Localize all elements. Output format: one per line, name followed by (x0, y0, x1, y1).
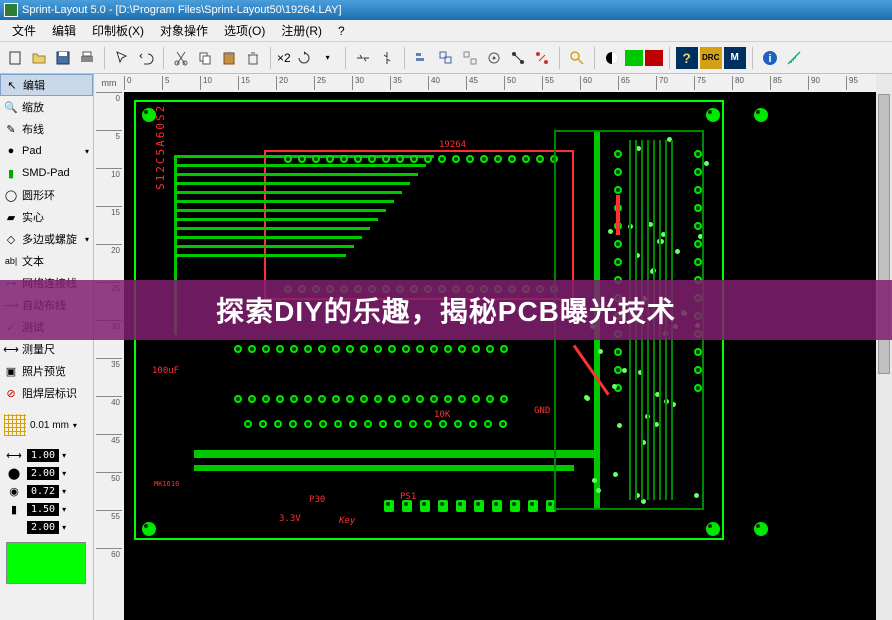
param-smd-h[interactable]: 2.00▾ (0, 518, 93, 536)
measure-icon[interactable] (783, 47, 805, 69)
zoom-button[interactable] (566, 47, 588, 69)
remove-conn-button[interactable] (531, 47, 553, 69)
menu-pcb[interactable]: 印制板(X) (84, 20, 152, 41)
param-smd-w[interactable]: ▮1.50▾ (0, 500, 93, 518)
menu-help[interactable]: ? (330, 22, 353, 40)
svg-text:i: i (768, 53, 771, 65)
pcb-canvas[interactable]: 19264 S12C5A60S2 Key 3.3V 10K GND PS1 P3… (124, 92, 892, 620)
tool-circle[interactable]: ◯圆形环 (0, 184, 93, 206)
ungroup-button[interactable] (459, 47, 481, 69)
ruler-vertical: 051015202530354045505560 (94, 92, 124, 620)
connect-button[interactable] (507, 47, 529, 69)
paste-button[interactable] (218, 47, 240, 69)
grid-setting[interactable]: 0.01 mm ▾ (0, 410, 93, 440)
help-icon[interactable]: ? (676, 47, 698, 69)
app-icon (4, 3, 18, 17)
scale-button[interactable]: ×2 (277, 47, 291, 69)
grid-value: 0.01 mm (30, 420, 69, 431)
tool-mask[interactable]: ⊘阻焊层标识 (0, 382, 93, 404)
tool-edit[interactable]: ↖编辑 (0, 74, 93, 96)
undo-button[interactable] (135, 47, 157, 69)
toolbar: ×2 ▾ ? DRC M i (0, 42, 892, 74)
tool-photo[interactable]: ▣照片预览 (0, 360, 93, 382)
param-pad-outer[interactable]: ⬤2.00▾ (0, 464, 93, 482)
tool-measure[interactable]: ⟷测量尺 (0, 338, 93, 360)
snap-button[interactable] (483, 47, 505, 69)
print-button[interactable] (76, 47, 98, 69)
color-preview[interactable] (6, 542, 86, 584)
canvas-area: mm 0510152025303540455055606570758085909… (94, 74, 892, 620)
tool-route[interactable]: ✎布线 (0, 118, 93, 140)
pointer-button[interactable] (111, 47, 133, 69)
layer-c1-button[interactable] (625, 50, 643, 66)
menubar: 文件 编辑 印制板(X) 对象操作 选项(O) 注册(R) ? (0, 20, 892, 42)
titlebar: Sprint-Layout 5.0 - [D:\Program Files\Sp… (0, 0, 892, 20)
tool-zoom[interactable]: 🔍缩放 (0, 96, 93, 118)
menu-edit[interactable]: 编辑 (44, 20, 84, 41)
align-button[interactable] (411, 47, 433, 69)
overlay-banner: 探索DIY的乐趣，揭秘PCB曝光技术 (0, 280, 892, 340)
tool-smd[interactable]: ▮SMD-Pad (0, 162, 93, 184)
copy-button[interactable] (194, 47, 216, 69)
param-pad-inner[interactable]: ◉0.72▾ (0, 482, 93, 500)
contrast-button[interactable] (601, 47, 623, 69)
ruler-unit: mm (94, 74, 124, 92)
ruler-horizontal: 05101520253035404550556065707580859095 (124, 74, 892, 92)
rotate-button[interactable] (293, 47, 315, 69)
cut-button[interactable] (170, 47, 192, 69)
macro-button[interactable]: M (724, 47, 746, 69)
menu-file[interactable]: 文件 (4, 20, 44, 41)
drc-button[interactable]: DRC (700, 47, 722, 69)
save-button[interactable] (52, 47, 74, 69)
layer-c2-button[interactable] (645, 50, 663, 66)
menu-options[interactable]: 选项(O) (216, 20, 273, 41)
tool-pad[interactable]: ●Pad▾ (0, 140, 93, 162)
scrollbar-vertical[interactable] (876, 74, 892, 620)
param-track-width[interactable]: ⟷1.00▾ (0, 446, 93, 464)
tool-text[interactable]: ab|文本 (0, 250, 93, 272)
flip-h-button[interactable] (352, 47, 374, 69)
tool-poly[interactable]: ◇多边或螺旋▾ (0, 228, 93, 250)
new-button[interactable] (4, 47, 26, 69)
flip-v-button[interactable] (376, 47, 398, 69)
delete-button[interactable] (242, 47, 264, 69)
menu-register[interactable]: 注册(R) (273, 20, 330, 41)
menu-object[interactable]: 对象操作 (152, 20, 216, 41)
tool-fill[interactable]: ▰实心 (0, 206, 93, 228)
open-button[interactable] (28, 47, 50, 69)
sidebar: ↖编辑 🔍缩放 ✎布线 ●Pad▾ ▮SMD-Pad ◯圆形环 ▰实心 ◇多边或… (0, 74, 94, 620)
grid-icon (4, 414, 26, 436)
info-icon[interactable]: i (759, 47, 781, 69)
window-title: Sprint-Layout 5.0 - [D:\Program Files\Sp… (22, 4, 342, 16)
group-button[interactable] (435, 47, 457, 69)
overlay-text: 探索DIY的乐趣，揭秘PCB曝光技术 (216, 290, 676, 330)
rotate-arrow-icon[interactable]: ▾ (317, 47, 339, 69)
